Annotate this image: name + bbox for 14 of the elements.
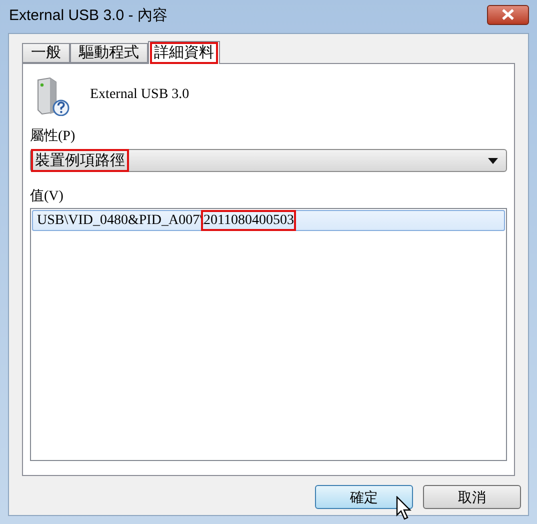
- dialog-button[interactable]: 取消: [423, 485, 521, 509]
- tab[interactable]: 驅動程式: [70, 43, 148, 63]
- tab[interactable]: 一般: [22, 43, 70, 63]
- property-label: 屬性(P): [30, 128, 76, 146]
- caret-icon: [488, 158, 498, 164]
- cursor-icon: [396, 496, 412, 521]
- window-title: External USB 3.0 - 內容: [8, 6, 168, 26]
- tab[interactable]: 詳細資料: [148, 41, 220, 64]
- dialog-button[interactable]: 確定: [315, 485, 413, 509]
- property-dropdown[interactable]: 裝置例項路徑: [30, 149, 507, 172]
- close-icon: [502, 9, 514, 20]
- value-label: 值(V): [30, 188, 64, 206]
- close-button[interactable]: [487, 4, 529, 24]
- device-name: External USB 3.0: [90, 86, 190, 104]
